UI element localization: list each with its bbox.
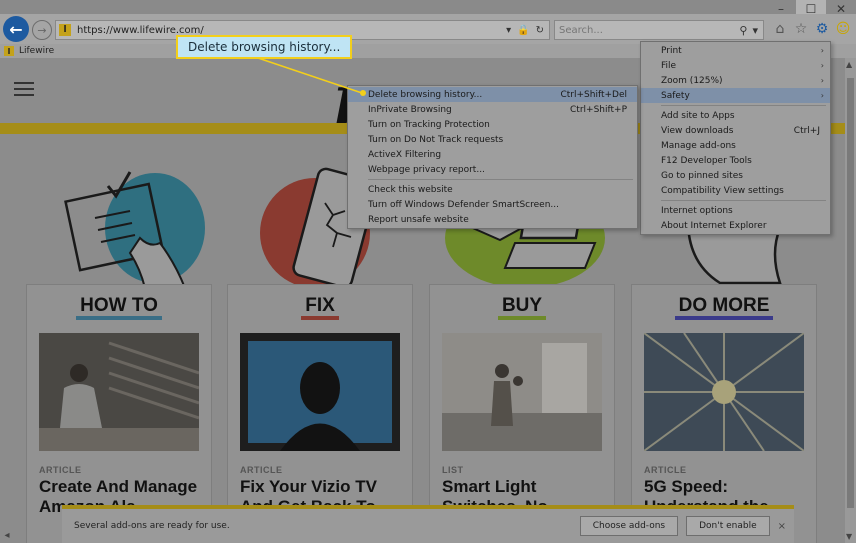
menu-item-view-downloads[interactable]: View downloads Ctrl+J [641,123,830,138]
submenu-arrow-icon: › [820,91,824,100]
home-icon[interactable]: ⌂ [771,20,789,38]
menu-item-do-not-track[interactable]: Turn on Do Not Track requests [348,132,637,147]
menu-item-check-website[interactable]: Check this website [348,182,637,197]
tools-menu: Print › File › Zoom (125%) › Safety › Add si… [640,41,831,235]
menu-item-activex-filtering[interactable]: ActiveX Filtering [348,147,637,162]
card-category-title[interactable]: FIX [301,296,339,320]
menu-item-compatibility-view[interactable]: Compatibility View settings [641,183,830,198]
callout-label: Delete browsing history... [176,35,353,59]
menu-separator [661,200,826,201]
menu-item-smartscreen[interactable]: Turn off Windows Defender SmartScreen... [348,197,637,212]
scroll-thumb[interactable] [847,78,854,508]
hamburger-menu-icon[interactable] [14,82,34,96]
browser-toolbar: ← → l https://www.lifewire.com/ ▾ 🔒 ↻ ⚲ … [0,14,856,44]
scroll-down-icon[interactable]: ▼ [846,532,852,541]
close-icon[interactable]: × [778,521,786,532]
url-text[interactable]: https://www.lifewire.com/ [77,25,506,36]
card-category-title[interactable]: HOW TO [76,296,162,320]
notification-text: Several add-ons are ready for use. [74,521,230,531]
gear-icon[interactable]: ⚙ [813,20,831,38]
card-category-title[interactable]: BUY [497,296,547,320]
search-box[interactable]: ⚲ ▾ [554,20,764,40]
menu-item-manage-addons[interactable]: Manage add-ons [641,138,830,153]
article-thumbnail[interactable] [442,333,602,451]
menu-item-print[interactable]: Print › [641,43,830,58]
menu-item-inprivate[interactable]: InPrivate Browsing Ctrl+Shift+P [348,102,637,117]
arrow-right-icon: → [37,23,47,37]
submenu-arrow-icon: › [820,61,824,70]
shortcut-label: Ctrl+J [793,125,820,136]
submenu-arrow-icon: › [820,76,824,85]
arrow-left-icon: ← [9,19,23,39]
menu-item-about-ie[interactable]: About Internet Explorer [641,218,830,233]
menu-item-delete-browsing-history[interactable]: Delete browsing history... Ctrl+Shift+Del [348,87,637,102]
addons-notification-bar: Several add-ons are ready for use. Choos… [62,505,794,543]
article-tag: ARTICLE [240,465,283,475]
article-tag: ARTICLE [39,465,82,475]
site-favicon-icon: l [59,24,71,36]
choose-addons-button[interactable]: Choose add-ons [579,516,679,536]
menu-item-f12-tools[interactable]: F12 Developer Tools [641,153,830,168]
submenu-arrow-icon: › [820,46,824,55]
callout-dot [360,90,366,96]
menu-item-tracking-protection[interactable]: Turn on Tracking Protection [348,117,637,132]
refresh-icon[interactable]: ↻ [536,25,544,36]
vertical-scrollbar[interactable]: ▲ ▼ [845,58,856,543]
search-icon[interactable]: ⚲ [739,24,747,37]
scroll-up-icon[interactable]: ▲ [846,60,852,69]
menu-item-internet-options[interactable]: Internet options [641,203,830,218]
article-thumbnail[interactable] [39,333,199,451]
dont-enable-button[interactable]: Don't enable [686,516,770,536]
menu-item-file[interactable]: File › [641,58,830,73]
shortcut-label: Ctrl+Shift+Del [560,89,627,100]
menu-item-pinned-sites[interactable]: Go to pinned sites [641,168,830,183]
article-thumbnail[interactable] [644,333,804,451]
how-to-illustration [64,171,205,288]
feedback-smiley-icon[interactable]: ☺ [834,20,852,38]
menu-item-add-site-to-apps[interactable]: Add site to Apps [641,108,830,123]
menu-item-privacy-report[interactable]: Webpage privacy report... [348,162,637,177]
forward-button[interactable]: → [32,20,52,40]
menu-separator [661,105,826,106]
article-thumbnail[interactable] [240,333,400,451]
menu-item-safety[interactable]: Safety › [641,88,830,103]
scroll-left-icon[interactable]: ◂ [0,528,14,543]
article-tag: LIST [442,465,464,475]
tab-title[interactable]: Lifewire [19,46,54,56]
card-category-title[interactable]: DO MORE [674,296,774,320]
dropdown-arrow-icon[interactable]: ▾ [506,25,511,36]
search-input[interactable] [559,24,740,36]
back-button[interactable]: ← [3,16,29,42]
search-dropdown-icon[interactable]: ▾ [752,24,758,37]
tab-favicon-icon: l [4,46,14,56]
menu-separator [368,179,633,180]
shortcut-label: Ctrl+Shift+P [570,104,627,115]
article-tag: ARTICLE [644,465,687,475]
lock-icon[interactable]: 🔒 [517,25,529,36]
menu-item-report-unsafe[interactable]: Report unsafe website [348,212,637,227]
safety-submenu: Delete browsing history... Ctrl+Shift+Del… [347,85,638,229]
menu-item-zoom[interactable]: Zoom (125%) › [641,73,830,88]
favorites-star-icon[interactable]: ☆ [792,20,810,38]
